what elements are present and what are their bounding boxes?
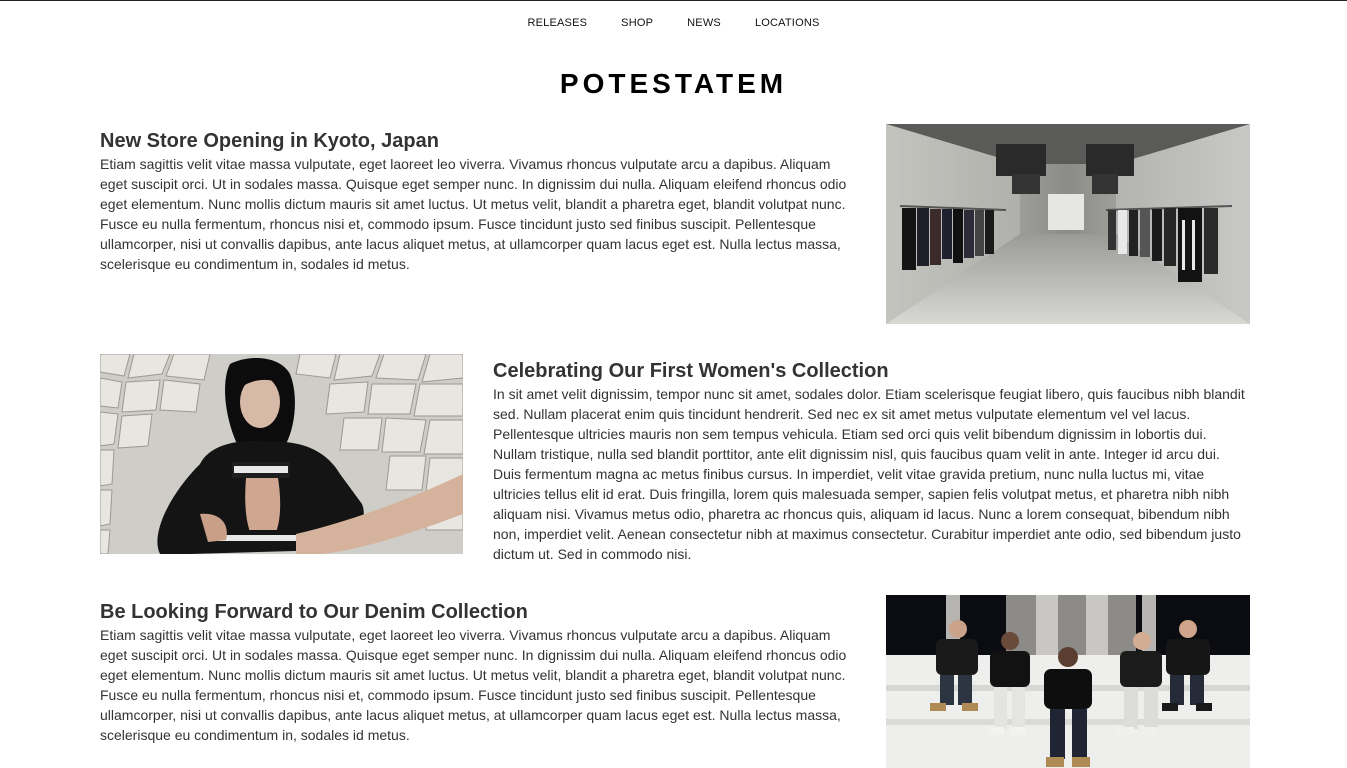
article-title[interactable]: New Store Opening in Kyoto, Japan (100, 128, 860, 154)
article-text: Be Looking Forward to Our Denim Collecti… (100, 599, 860, 745)
womens-collection-image[interactable] (100, 354, 463, 554)
article-denim-collection: Be Looking Forward to Our Denim Collecti… (100, 595, 1250, 768)
article-text: New Store Opening in Kyoto, Japan Etiam … (100, 128, 860, 274)
article-title[interactable]: Be Looking Forward to Our Denim Collecti… (100, 599, 860, 625)
nav-link-news[interactable]: NEWS (670, 16, 738, 30)
article-womens-collection: Celebrating Our First Women's Collection… (100, 354, 1250, 564)
article-body: Etiam sagittis velit vitae massa vulputa… (100, 627, 847, 743)
article-title[interactable]: Celebrating Our First Women's Collection (493, 358, 1250, 384)
article-body: Etiam sagittis velit vitae massa vulputa… (100, 156, 847, 272)
article-kyoto-store: New Store Opening in Kyoto, Japan Etiam … (100, 124, 1250, 324)
store-interior-image[interactable] (886, 124, 1250, 324)
nav-link-releases[interactable]: RELEASES (510, 16, 604, 30)
article-text: Celebrating Our First Women's Collection… (493, 358, 1250, 564)
nav-link-locations[interactable]: LOCATIONS (738, 16, 837, 30)
article-body: In sit amet velit dignissim, tempor nunc… (493, 386, 1245, 562)
nav-link-shop[interactable]: SHOP (604, 16, 670, 30)
site-title[interactable]: POTESTATEM (0, 67, 1347, 101)
top-border (0, 0, 1347, 1)
main-nav: RELEASES SHOP NEWS LOCATIONS (0, 16, 1347, 30)
denim-collection-image[interactable] (886, 595, 1250, 768)
